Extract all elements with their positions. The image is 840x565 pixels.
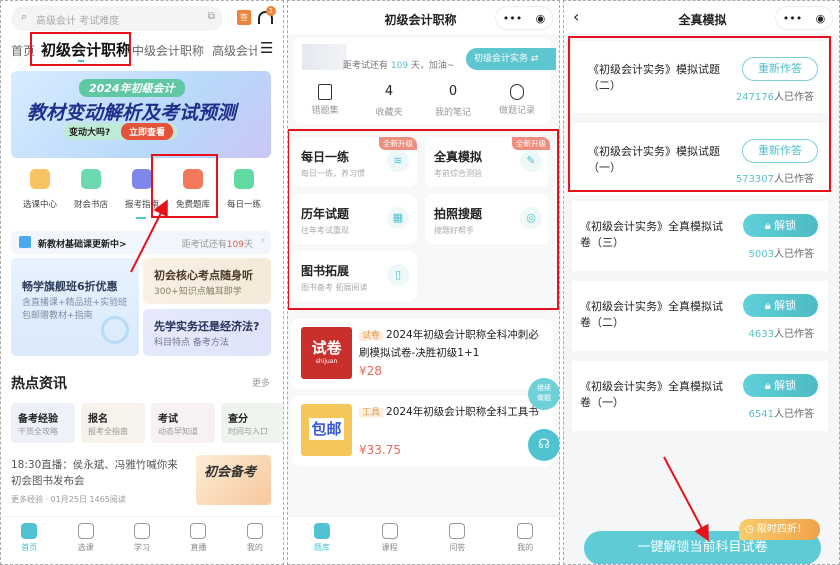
arrow-to-free-bank — [130, 199, 168, 273]
arrow-to-unlock-button — [663, 456, 709, 542]
annotation-arrows — [130, 199, 709, 542]
